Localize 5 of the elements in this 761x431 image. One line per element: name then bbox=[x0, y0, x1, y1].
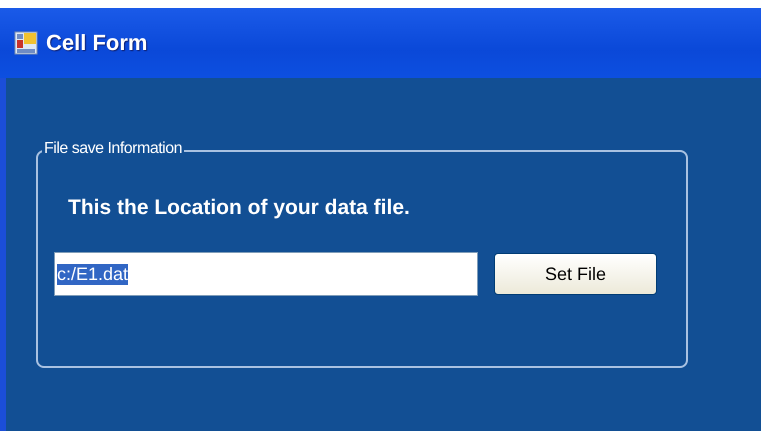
app-icon bbox=[14, 31, 38, 55]
window-title: Cell Form bbox=[46, 30, 148, 56]
message-text: This the Location of your data file. bbox=[68, 196, 411, 220]
file-path-field[interactable]: c:/E1.dat bbox=[54, 252, 478, 296]
set-file-button[interactable]: Set File bbox=[494, 253, 657, 295]
